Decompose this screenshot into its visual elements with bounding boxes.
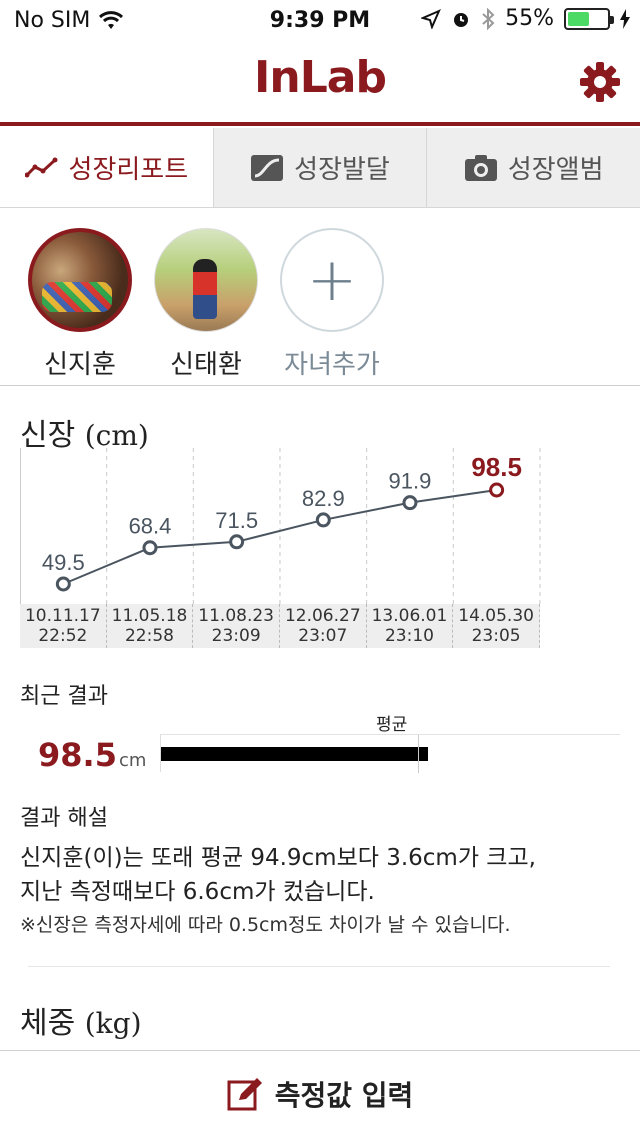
edit-icon — [227, 1077, 262, 1110]
height-data-label: 71.5 — [215, 508, 258, 533]
recent-result-label: 최근 결과 — [20, 684, 108, 709]
tick-date: 10.11.17 — [24, 606, 101, 626]
height-data-label: 98.5 — [471, 452, 522, 482]
weight-section-title: 체중 (kg) — [20, 998, 142, 1042]
tick-time: 23:10 — [384, 626, 434, 646]
child-name: 신지훈 — [44, 350, 116, 380]
chart-x-tick-label: 13.06.01 23:10 — [367, 604, 454, 648]
add-child-button[interactable]: + 자녀추가 — [280, 210, 384, 385]
tab-label: 성장발달 — [294, 155, 390, 185]
interpretation-title: 결과 해설 — [20, 806, 108, 831]
tick-time: 23:09 — [211, 626, 261, 646]
height-data-point[interactable] — [55, 576, 71, 592]
child-item-1[interactable]: 신지훈 — [28, 210, 132, 385]
report-tabs: 성장리포트 성장발달 성장앨범 — [0, 128, 640, 208]
recent-value-unit: cm — [118, 750, 147, 771]
chart-x-tick-label: 11.05.18 22:58 — [107, 604, 194, 648]
chart-x-tick-label: 14.05.30 23:05 — [453, 604, 540, 648]
child-name: 신태환 — [170, 350, 242, 380]
tick-date: 14.05.30 — [458, 606, 534, 626]
app-logo: InLab — [254, 52, 387, 103]
tick-date: 13.06.01 — [371, 606, 448, 626]
chart-x-tick-label: 12.06.27 23:07 — [280, 604, 367, 648]
recent-value-number: 98.5 — [38, 736, 117, 774]
tab-growth-album[interactable]: 성장앨범 — [426, 128, 640, 207]
battery-icon — [564, 7, 614, 30]
location-arrow-icon — [421, 8, 442, 29]
chart-x-tick-label: 10.11.17 22:52 — [20, 604, 107, 648]
height-data-label: 91.9 — [389, 469, 432, 494]
recent-result-value: 98.5 cm — [38, 736, 146, 774]
settings-gear-icon[interactable] — [578, 60, 622, 104]
section-divider — [28, 966, 610, 967]
tick-time: 23:07 — [298, 626, 348, 646]
app-header: InLab — [0, 40, 640, 126]
tick-date: 11.05.18 — [111, 606, 188, 626]
growth-chart-icon — [251, 154, 284, 181]
tick-time: 22:52 — [38, 626, 88, 646]
height-data-point[interactable] — [402, 495, 418, 511]
child-avatar[interactable] — [154, 228, 258, 332]
chart-x-axis: 10.11.17 22:52 11.05.18 22:58 11.08.23 23:09 1… — [20, 604, 540, 648]
interpretation-line-1: 신지훈(이)는 또래 평균 94.9cm보다 3.6cm가 크고, — [20, 845, 536, 871]
tab-label: 성장앨범 — [507, 155, 604, 185]
tick-date: 11.08.23 — [198, 606, 274, 626]
children-list: 신지훈 신태환 + 자녀추가 — [0, 210, 640, 386]
trend-line-icon — [24, 157, 58, 177]
height-data-label: 68.4 — [129, 514, 172, 539]
bluetooth-icon — [482, 7, 495, 30]
height-data-point[interactable] — [142, 540, 158, 556]
average-marker — [417, 735, 419, 773]
height-data-point[interactable] — [229, 534, 245, 550]
height-data-point[interactable] — [315, 512, 331, 528]
interpretation-line-2: 지난 측정때보다 6.6cm가 컸습니다. — [20, 879, 375, 905]
height-data-label: 82.9 — [302, 486, 345, 511]
chart-x-tick-label: 11.08.23 23:09 — [193, 604, 280, 648]
height-data-point[interactable] — [489, 482, 505, 498]
camera-icon — [464, 154, 497, 181]
charging-icon — [620, 8, 630, 29]
tab-label: 성장리포트 — [68, 155, 189, 185]
comparison-bar — [160, 734, 620, 773]
add-child-label: 자녀추가 — [284, 350, 380, 380]
weight-title: 체중 — [20, 1006, 76, 1041]
enter-measurement-button[interactable]: 측정값 입력 — [0, 1050, 640, 1136]
tab-growth-development[interactable]: 성장발달 — [212, 128, 427, 207]
status-bar: No SIM 9:39 PM 55% — [0, 0, 640, 40]
battery-percent: 55% — [505, 6, 554, 31]
comparison-bar-fill — [161, 747, 428, 761]
tick-time: 22:58 — [124, 626, 174, 646]
alarm-icon — [454, 12, 469, 27]
average-label: 평균 — [376, 715, 408, 735]
tab-growth-report[interactable]: 성장리포트 — [0, 128, 213, 207]
interpretation-note: ※신장은 측정자세에 따라 0.5cm정도 차이가 날 수 있습니다. — [20, 914, 511, 936]
weight-unit: (kg) — [84, 1007, 142, 1040]
height-line-chart: 49.5 68.4 71.5 82.9 91.9 98.5 — [20, 448, 541, 608]
child-avatar[interactable] — [28, 228, 132, 332]
child-item-2[interactable]: 신태환 — [154, 210, 258, 385]
height-data-label: 49.5 — [42, 550, 85, 575]
plus-icon[interactable]: + — [280, 228, 384, 332]
enter-measurement-label: 측정값 입력 — [274, 1078, 414, 1112]
tick-date: 12.06.27 — [284, 606, 361, 626]
tick-time: 23:05 — [471, 626, 521, 646]
